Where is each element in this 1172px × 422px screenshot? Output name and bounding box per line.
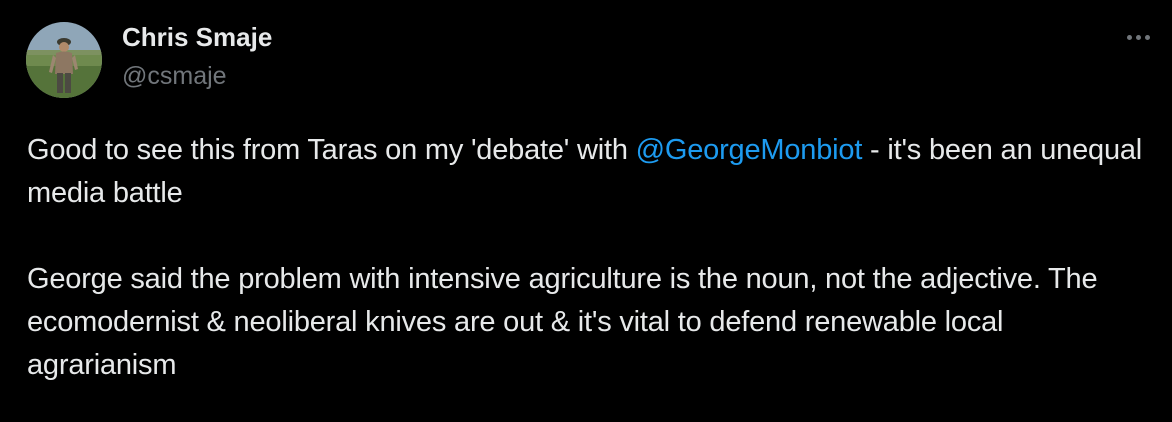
tweet-text-segment: Good to see this from Taras on my 'debat… [27, 134, 636, 166]
tweet-paragraph: Good to see this from Taras on my 'debat… [27, 129, 1147, 215]
author-avatar[interactable] [26, 22, 102, 98]
mention-link[interactable]: @GeorgeMonbiot [636, 134, 863, 166]
more-dots-icon [1126, 34, 1132, 40]
author-handle[interactable]: @csmaje [122, 61, 227, 91]
more-options-button[interactable] [1118, 22, 1158, 52]
tweet-paragraph: George said the problem with intensive a… [27, 263, 1098, 381]
tweet-card: Chris Smaje @csmaje Good to see this fro… [0, 0, 1172, 422]
more-dots-icon [1135, 34, 1141, 40]
more-dots-icon [1144, 34, 1150, 40]
author-display-name[interactable]: Chris Smaje [122, 22, 272, 52]
tweet-body: Good to see this from Taras on my 'debat… [27, 129, 1147, 387]
avatar-image [26, 22, 102, 98]
